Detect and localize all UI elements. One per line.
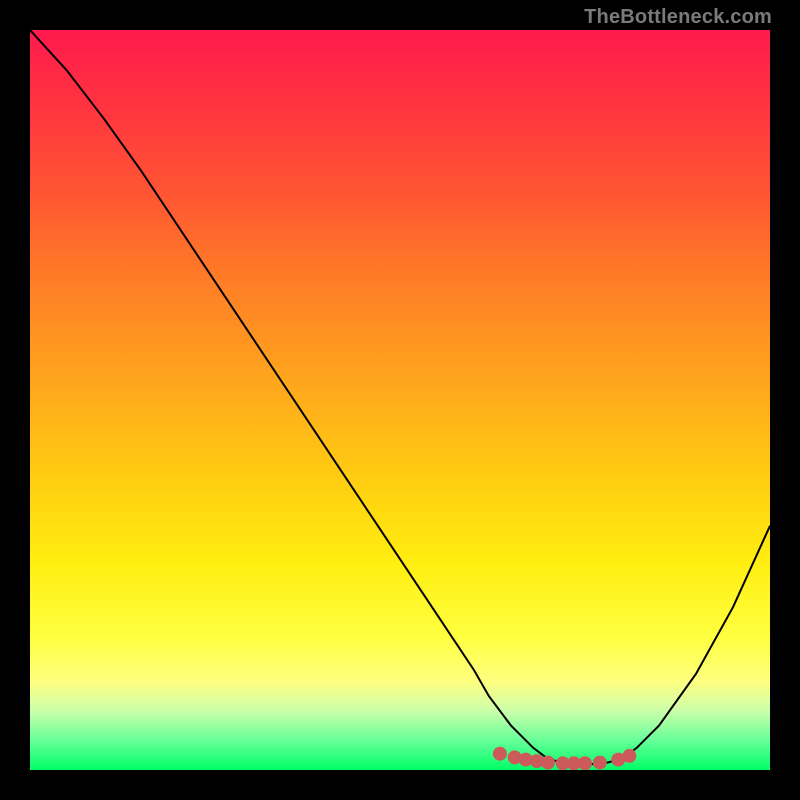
highlight-dot	[622, 749, 636, 763]
marker-group	[493, 747, 637, 770]
plot-area	[30, 30, 770, 770]
highlight-dot	[593, 756, 607, 770]
chart-frame: TheBottleneck.com	[0, 0, 800, 800]
watermark-text: TheBottleneck.com	[584, 6, 772, 29]
highlight-dot	[611, 753, 625, 767]
highlight-dot	[493, 747, 507, 761]
highlight-dot	[530, 754, 544, 768]
highlight-dot	[578, 756, 592, 770]
curve-layer	[30, 30, 770, 770]
curve-path	[30, 30, 770, 764]
highlight-dot	[567, 756, 581, 770]
highlight-dot	[508, 750, 522, 764]
highlight-dot	[541, 756, 555, 770]
highlight-dot	[519, 753, 533, 767]
highlight-dot	[556, 756, 570, 770]
